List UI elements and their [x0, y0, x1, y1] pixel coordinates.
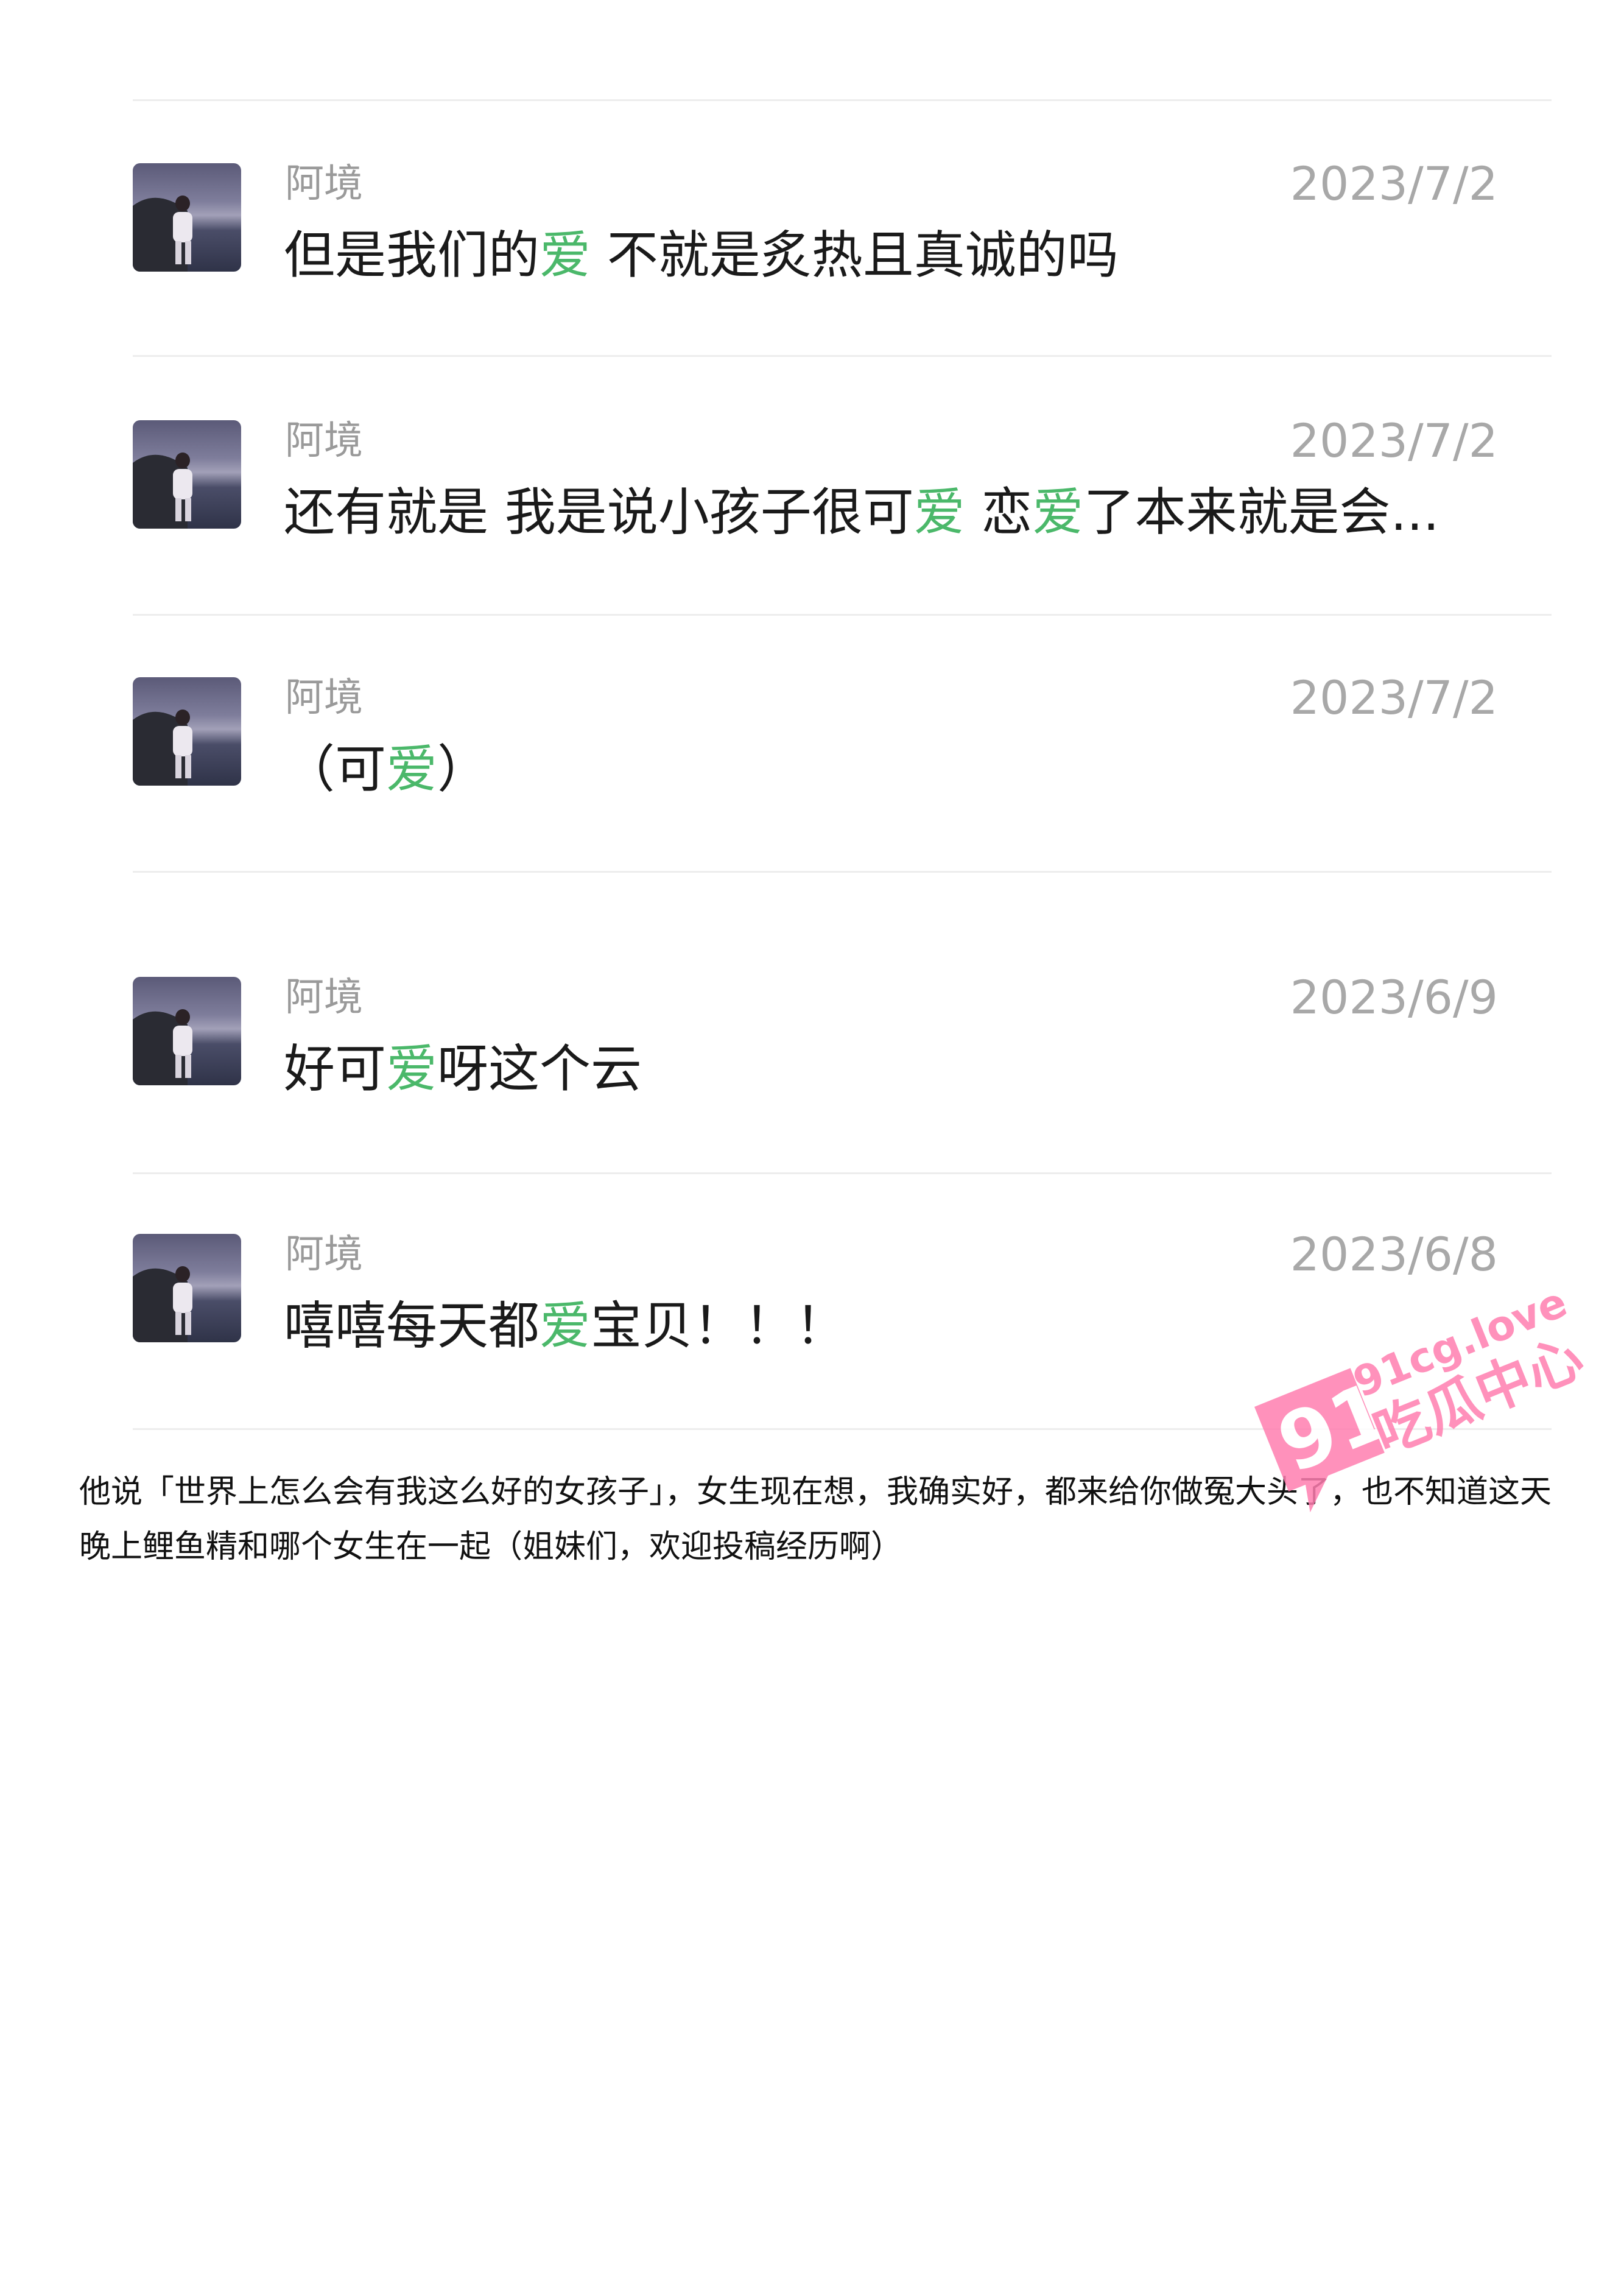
sender-name: 阿境 [285, 161, 363, 206]
message-item[interactable]: 阿境 2023/7/2 但是我们的爱 不就是炙热且真诚的吗 [133, 157, 1552, 322]
message-text: （可爱） [284, 739, 489, 799]
message-date: 2023/7/2 [1290, 671, 1498, 725]
message-item[interactable]: 阿境 2023/7/2 （可爱） [133, 671, 1552, 836]
highlighted-word: 爱 [913, 482, 965, 542]
avatar-photo [133, 710, 192, 786]
highlighted-word: 爱 [540, 225, 591, 285]
highlighted-word: 爱 [386, 739, 438, 799]
sender-name: 阿境 [285, 675, 363, 720]
highlighted-word: 爱 [540, 1296, 591, 1356]
avatar[interactable] [133, 420, 241, 529]
highlighted-word: 爱 [386, 1039, 438, 1099]
message-text: 嘻嘻每天都爱宝贝！！！ [284, 1296, 847, 1356]
sender-name: 阿境 [285, 418, 363, 463]
divider [133, 355, 1552, 357]
message-text: 好可爱呀这个云 [284, 1039, 642, 1099]
sender-name: 阿境 [285, 1232, 363, 1277]
highlighted-word: 爱 [1032, 482, 1084, 542]
message-date: 2023/6/9 [1290, 970, 1498, 1024]
sender-name: 阿境 [285, 975, 363, 1020]
divider-top [133, 99, 1552, 101]
message-text: 但是我们的爱 不就是炙热且真诚的吗 [284, 225, 1119, 285]
avatar[interactable] [133, 677, 241, 786]
divider [133, 871, 1552, 873]
avatar[interactable] [133, 163, 241, 272]
message-text: 还有就是 我是说小孩子很可爱 恋爱了本来就是会... [284, 482, 1439, 542]
avatar-photo [133, 453, 192, 529]
divider [133, 1172, 1552, 1174]
message-date: 2023/7/2 [1290, 414, 1498, 468]
message-date: 2023/7/2 [1290, 157, 1498, 211]
message-item[interactable]: 阿境 2023/6/9 好可爱呀这个云 [133, 973, 1552, 1135]
avatar-photo [133, 1266, 192, 1342]
avatar-photo [133, 1009, 192, 1085]
avatar[interactable] [133, 1234, 241, 1342]
divider [133, 614, 1552, 616]
message-item[interactable]: 阿境 2023/7/2 还有就是 我是说小孩子很可爱 恋爱了本来就是会... [133, 414, 1552, 579]
avatar[interactable] [133, 977, 241, 1085]
avatar-photo [133, 195, 192, 272]
watermark-logo: 91 91cg.love 吃瓜中心 [1254, 1278, 1592, 1513]
